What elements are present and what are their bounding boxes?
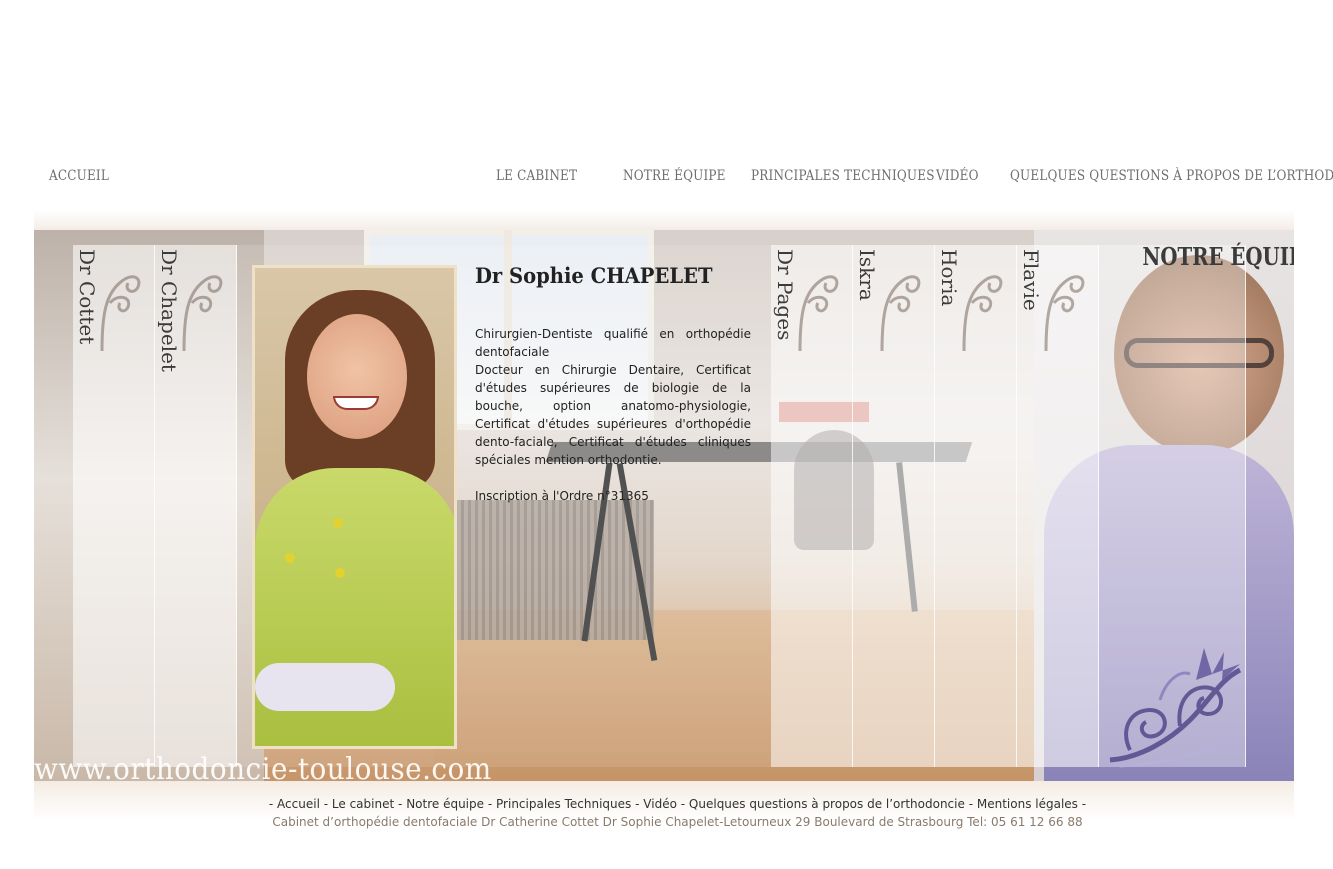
team-member-link[interactable]: Dr Chapelet	[157, 249, 181, 372]
profile-registration: Inscription à l'Ordre n°31365	[475, 489, 649, 503]
profile-diplomas: Docteur en Chirurgie Dentaire, Certifica…	[475, 363, 751, 467]
profile-description: Chirurgien-Dentiste qualifié en orthopéd…	[475, 325, 751, 523]
flourish-icon	[92, 263, 146, 353]
purple-flourish-icon	[1100, 640, 1246, 770]
team-member-link[interactable]: Dr Cottet	[75, 249, 99, 344]
footer-link-accueil[interactable]: Accueil	[277, 797, 320, 811]
footer-separator: -	[1081, 797, 1087, 811]
photo-smile	[333, 396, 379, 410]
top-fade-band	[34, 210, 1294, 230]
footer-link-mentions-legales[interactable]: Mentions légales	[977, 797, 1078, 811]
team-panel-iskra[interactable]: Iskra	[853, 245, 935, 767]
team-panel-horia[interactable]: Horia	[935, 245, 1017, 767]
photo-face	[307, 314, 407, 439]
team-member-link[interactable]: Flavie	[1019, 249, 1043, 311]
flourish-icon	[954, 263, 1008, 353]
team-member-link[interactable]: Iskra	[855, 249, 879, 301]
section-title: NOTRE ÉQUIPE	[1142, 242, 1294, 271]
photo-button	[285, 553, 295, 563]
nav-link-questions[interactable]: QUELQUES QUESTIONS À PROPOS DE L’ORTHODO…	[1010, 168, 1333, 184]
team-panel-dr-pages[interactable]: Dr Pages	[771, 245, 853, 767]
team-panel-dr-cottet[interactable]: Dr Cottet	[73, 245, 155, 767]
nav-link-le-cabinet[interactable]: LE CABINET	[496, 168, 577, 184]
team-hero: Dr Cottet Dr Chapelet Dr Sophie CHAPELET…	[34, 230, 1294, 781]
photo-sleeve	[255, 663, 395, 711]
nav-link-accueil[interactable]: ACCUEIL	[49, 168, 109, 184]
team-panel-dr-chapelet[interactable]: Dr Chapelet	[155, 245, 237, 767]
site-url-watermark: www.orthodoncie-toulouse.com	[34, 752, 492, 781]
team-panel-flavie[interactable]: Flavie	[1017, 245, 1099, 767]
nav-link-notre-equipe[interactable]: NOTRE ÉQUIPE	[623, 168, 726, 184]
nav-link-principales-techniques[interactable]: PRINCIPALES TECHNIQUES	[751, 168, 935, 184]
profile-photo	[252, 265, 457, 749]
footer-separator: -	[968, 797, 974, 811]
footer-link-principales-techniques[interactable]: Principales Techniques	[496, 797, 631, 811]
photo-button	[333, 518, 343, 528]
flourish-icon	[174, 263, 228, 353]
footer-link-notre-equipe[interactable]: Notre équipe	[406, 797, 484, 811]
flourish-icon	[1036, 263, 1090, 353]
footer-separator: -	[268, 797, 274, 811]
nav-link-video[interactable]: VIDÉO	[936, 168, 979, 184]
footer-separator: -	[487, 797, 493, 811]
footer-link-le-cabinet[interactable]: Le cabinet	[332, 797, 394, 811]
top-navigation: ACCUEIL LE CABINET NOTRE ÉQUIPE PRINCIPA…	[0, 168, 1333, 194]
flourish-icon	[790, 263, 844, 353]
photo-button	[335, 568, 345, 578]
footer-link-questions[interactable]: Quelques questions à propos de l’orthodo…	[689, 797, 965, 811]
footer-separator: -	[680, 797, 686, 811]
profile-name: Dr Sophie CHAPELET	[475, 263, 713, 288]
footer-link-video[interactable]: Vidéo	[643, 797, 677, 811]
team-member-link[interactable]: Horia	[937, 249, 961, 306]
footer-separator: -	[323, 797, 329, 811]
footer-separator: -	[398, 797, 403, 811]
profile-qualification: Chirurgien-Dentiste qualifié en orthopéd…	[475, 327, 751, 359]
flourish-icon	[872, 263, 926, 353]
footer-separator: -	[635, 797, 640, 811]
footer-address: Cabinet d’orthopédie dentofaciale Dr Cat…	[272, 815, 1083, 829]
team-member-link[interactable]: Dr Pages	[773, 249, 797, 340]
footer-navigation: - Accueil - Le cabinet - Notre équipe - …	[0, 797, 1333, 811]
